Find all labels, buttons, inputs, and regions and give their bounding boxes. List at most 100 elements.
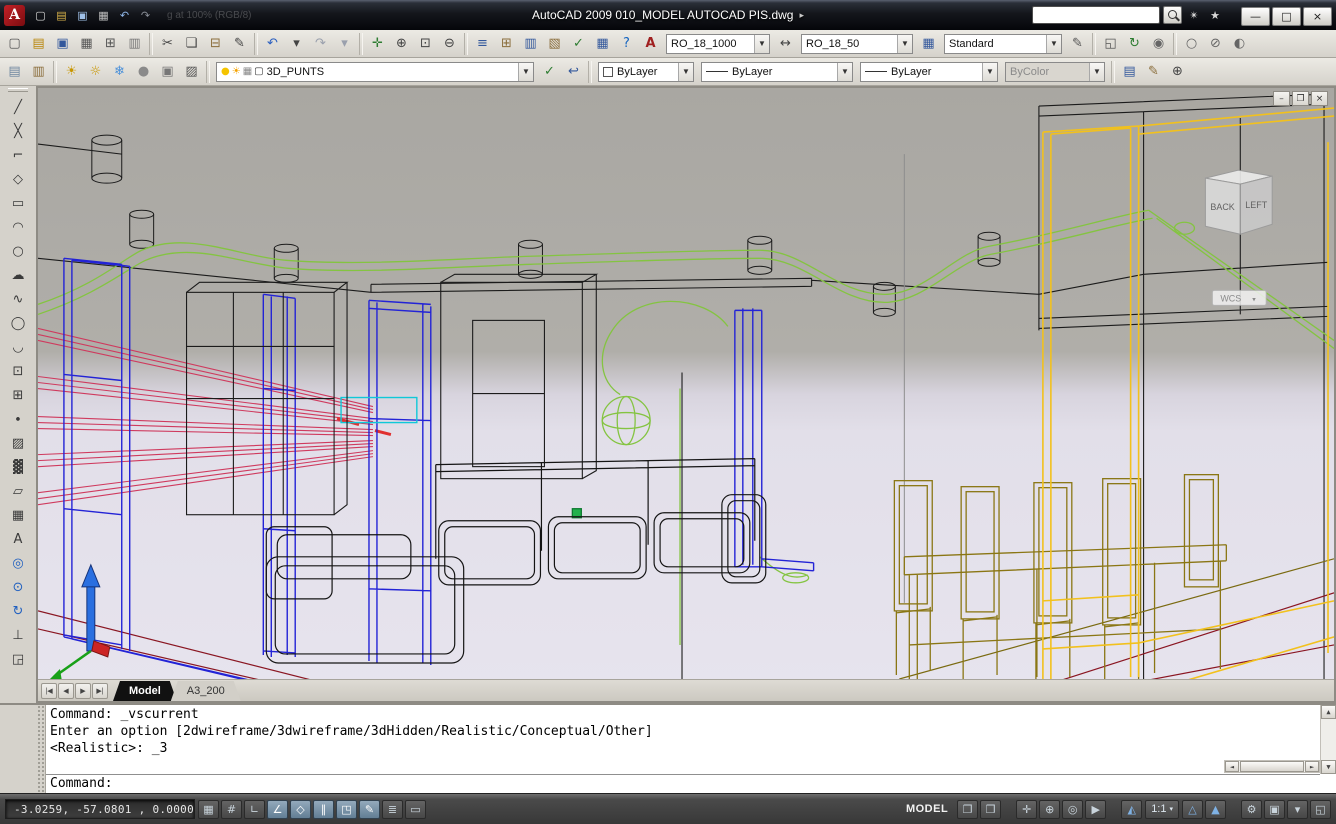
gradient-icon[interactable]: ▓ — [6, 455, 30, 479]
sheet-set-manager-icon[interactable]: ▧ — [543, 32, 566, 55]
ucs-tool-icon[interactable]: ⊥ — [6, 623, 30, 647]
showmotion-button[interactable]: ▶ — [1085, 799, 1107, 819]
zoom-button[interactable]: ⊕ — [1039, 799, 1061, 819]
circle-icon[interactable]: ○ — [6, 239, 30, 263]
color-combo[interactable]: ByLayer ▼ — [598, 61, 694, 82]
qnew-icon[interactable]: ▢ — [31, 6, 50, 25]
osnap-toggle[interactable]: ◇ — [290, 799, 311, 819]
rectangle-icon[interactable]: ▭ — [6, 191, 30, 215]
dim-style-combo[interactable]: RO_18_50 ▼ — [801, 33, 913, 54]
zoom-realtime-icon[interactable]: ⊕ — [390, 32, 413, 55]
lineweight-combo[interactable]: ByLayer ▼ — [860, 61, 998, 82]
scroll-down-icon[interactable]: ▼ — [1321, 760, 1336, 774]
properties-palette-icon[interactable]: ▤ — [1118, 60, 1141, 83]
lwt-toggle[interactable]: ≣ — [382, 799, 403, 819]
redo-dropdown-icon[interactable]: ▾ — [333, 32, 356, 55]
match-layer-icon[interactable]: ✎ — [1142, 60, 1165, 83]
help-icon[interactable]: ? — [615, 32, 638, 55]
spline-icon[interactable]: ∿ — [6, 287, 30, 311]
grid-toggle[interactable]: # — [221, 799, 242, 819]
autocad-logo-icon[interactable]: A — [4, 4, 25, 26]
tab-scroll-last-button[interactable]: ▶| — [92, 683, 108, 699]
annotation-scale-button[interactable]: 1:1 ▾ — [1145, 799, 1179, 819]
restore-document-button[interactable]: ❐ — [1292, 91, 1309, 106]
zoom-to-object-icon[interactable]: ⊕ — [1166, 60, 1189, 83]
close-button[interactable]: × — [1303, 7, 1332, 26]
render-icon[interactable]: ◉ — [1147, 32, 1170, 55]
snap-toggle[interactable]: ▦ — [198, 799, 219, 819]
scrollbar-thumb[interactable] — [1240, 761, 1304, 772]
chevron-down-icon[interactable]: ▼ — [678, 62, 693, 81]
redo-icon[interactable]: ↷ — [309, 32, 332, 55]
table-style-icon[interactable]: ▦ — [917, 32, 940, 55]
no-shadow-icon[interactable]: ⊘ — [1204, 32, 1227, 55]
bulb-on-icon[interactable]: ● — [221, 66, 230, 77]
materials-icon[interactable]: ◐ — [1228, 32, 1251, 55]
ortho-toggle[interactable]: ∟ — [244, 799, 265, 819]
open-icon[interactable]: ▤ — [27, 32, 50, 55]
clean-screen-button[interactable]: ◱ — [1310, 799, 1331, 819]
scroll-up-icon[interactable]: ▲ — [1321, 705, 1336, 719]
dim-style-icon[interactable]: ↔ — [774, 32, 797, 55]
status-menu-button[interactable]: ▾ — [1287, 799, 1308, 819]
command-horizontal-scrollbar[interactable]: ◄ ► — [1224, 760, 1320, 773]
tab-layout-a3-200[interactable]: A3_200 — [171, 681, 241, 701]
constrained-orbit-icon[interactable]: ⊙ — [6, 575, 30, 599]
tab-model[interactable]: Model — [113, 681, 177, 701]
sun-icon[interactable]: ☀ — [232, 66, 241, 77]
annotation-visibility-button[interactable]: △ — [1182, 799, 1203, 819]
layer-combo[interactable]: ● ☀ ▦ ▢ 3D_PUNTS ▼ — [216, 61, 534, 82]
tab-scroll-prev-button[interactable]: ◀ — [58, 683, 74, 699]
text-style-combo[interactable]: RO_18_1000 ▼ — [666, 33, 770, 54]
construction-line-icon[interactable]: ╳ — [6, 119, 30, 143]
text-style-icon[interactable]: A — [639, 32, 662, 55]
ducs-toggle[interactable]: ◳ — [336, 799, 357, 819]
layer-properties-manager-icon[interactable]: ▤ — [3, 60, 26, 83]
paste-icon[interactable]: ⊟ — [204, 32, 227, 55]
steering-wheel-button[interactable]: ◎ — [1062, 799, 1084, 819]
3d-orbit-icon[interactable]: ↻ — [1123, 32, 1146, 55]
infocenter-search-input[interactable] — [1032, 6, 1160, 24]
designcenter-icon[interactable]: ⊞ — [495, 32, 518, 55]
command-vertical-scrollbar[interactable]: ▲ ▼ — [1320, 705, 1336, 774]
polyline-icon[interactable]: ⌐ — [6, 143, 30, 167]
toolbar-lock-button[interactable]: ▣ — [1264, 799, 1285, 819]
plot-icon[interactable]: ▦ — [75, 32, 98, 55]
layer-isolate-icon[interactable]: ☀ — [60, 60, 83, 83]
minimize-button[interactable]: — — [1241, 7, 1270, 26]
layer-lock-icon[interactable]: ▣ — [156, 60, 179, 83]
layer-states-manager-icon[interactable]: ▥ — [27, 60, 50, 83]
cut-icon[interactable]: ✂ — [156, 32, 179, 55]
layer-unisolate-icon[interactable]: ☼ — [84, 60, 107, 83]
layer-previous-icon[interactable]: ↩ — [562, 60, 585, 83]
open-icon[interactable]: ▤ — [52, 6, 71, 25]
polar-toggle[interactable]: ∠ — [267, 799, 288, 819]
region-icon[interactable]: ▱ — [6, 479, 30, 503]
chevron-down-icon[interactable]: ▼ — [1046, 34, 1061, 53]
match-properties-icon[interactable]: ✎ — [228, 32, 251, 55]
close-document-button[interactable]: × — [1311, 91, 1328, 106]
viewcube[interactable]: BACK LEFT — [1204, 169, 1273, 235]
chevron-down-icon[interactable]: ▼ — [837, 62, 852, 81]
quick-view-layouts-button[interactable]: ❐ — [957, 799, 979, 819]
free-orbit-icon[interactable]: ↻ — [6, 599, 30, 623]
properties-icon[interactable]: ≡ — [471, 32, 494, 55]
maximize-button[interactable]: □ — [1272, 7, 1301, 26]
multiline-text-icon[interactable]: A — [6, 527, 30, 551]
markup-icon[interactable]: ✓ — [567, 32, 590, 55]
make-object-layer-current-icon[interactable]: ✓ — [538, 60, 561, 83]
title-menu-arrow-icon[interactable]: ▸ — [799, 10, 804, 21]
command-prompt[interactable]: Command: — [46, 775, 1336, 793]
scroll-left-icon[interactable]: ◄ — [1225, 761, 1239, 772]
chevron-down-icon[interactable]: ▼ — [897, 34, 912, 53]
wcs-menu[interactable]: WCS ▾ — [1211, 289, 1267, 306]
layer-color-swatch[interactable]: ▢ — [254, 66, 263, 77]
revision-cloud-icon[interactable]: ☁ — [6, 263, 30, 287]
zoom-previous-icon[interactable]: ⊖ — [438, 32, 461, 55]
named-views-icon[interactable]: ◱ — [1099, 32, 1122, 55]
donut-icon[interactable]: ◎ — [6, 551, 30, 575]
redo-icon[interactable]: ↷ — [136, 6, 155, 25]
minimize-document-button[interactable]: – — [1273, 91, 1290, 106]
tab-scroll-first-button[interactable]: |◀ — [41, 683, 57, 699]
save-icon[interactable]: ▣ — [51, 32, 74, 55]
